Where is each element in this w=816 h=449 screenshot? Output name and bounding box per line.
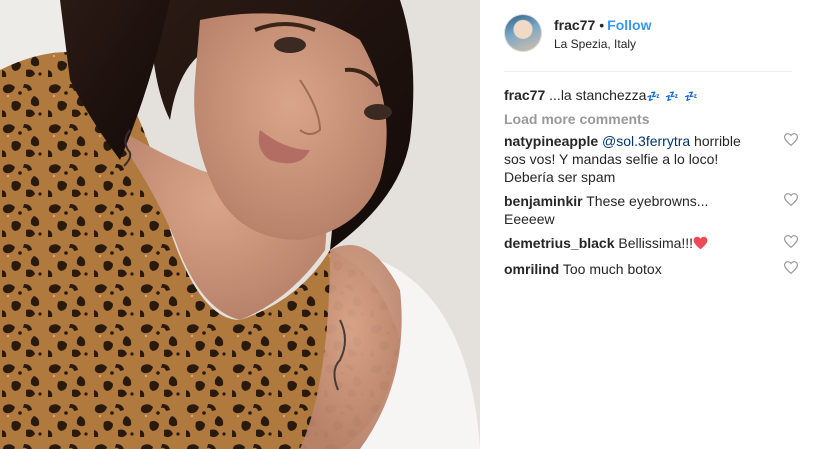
separator-dot: • <box>599 17 605 33</box>
caption-text: ...la stanchezza <box>545 87 647 103</box>
comment-item: demetrius_black Bellissima!!!❤ <box>504 234 799 254</box>
post-username[interactable]: frac77 <box>554 17 595 33</box>
post-header: frac77 • Follow La Spezia, Italy <box>504 14 792 56</box>
comment-mention[interactable]: @sol.3ferrytra <box>602 133 690 149</box>
comment-item: benjaminkir These eyebrowns... Eeeeew <box>504 192 799 228</box>
post-photo[interactable] <box>0 0 480 449</box>
follow-button[interactable]: Follow <box>607 17 651 33</box>
zzz-emoji: 💤 💤 💤 <box>646 91 699 103</box>
red-heart-icon: ❤ <box>693 236 708 254</box>
load-more-comments-button[interactable]: Load more comments <box>504 110 784 128</box>
comment-item: omrilind Too much botox <box>504 260 799 278</box>
like-comment-heart-icon[interactable] <box>783 192 800 210</box>
comment-item: natypineapple @sol.3ferrytra horrible so… <box>504 132 799 186</box>
post-caption: frac77 ...la stanchezza💤 💤 💤 <box>504 86 784 106</box>
selfie-image <box>0 0 480 449</box>
comment-text: Bellissima!!! <box>614 235 694 251</box>
like-comment-heart-icon[interactable] <box>783 132 800 150</box>
post-side-panel: frac77 • Follow La Spezia, Italy frac77 ..… <box>480 0 816 449</box>
avatar[interactable] <box>504 14 542 52</box>
comments-list: frac77 ...la stanchezza💤 💤 💤 Load more c… <box>504 86 799 284</box>
location-link[interactable]: La Spezia, Italy <box>554 36 636 52</box>
comment-text: Too much botox <box>559 261 662 277</box>
comment-username[interactable]: natypineapple <box>504 133 598 149</box>
comment-username[interactable]: omrilind <box>504 261 559 277</box>
like-comment-heart-icon[interactable] <box>783 234 800 252</box>
header-divider <box>504 71 792 72</box>
caption-username[interactable]: frac77 <box>504 87 545 103</box>
comment-username[interactable]: demetrius_black <box>504 235 615 251</box>
like-comment-heart-icon[interactable] <box>783 260 800 278</box>
comment-username[interactable]: benjaminkir <box>504 193 583 209</box>
username-row: frac77 • Follow <box>554 16 652 34</box>
